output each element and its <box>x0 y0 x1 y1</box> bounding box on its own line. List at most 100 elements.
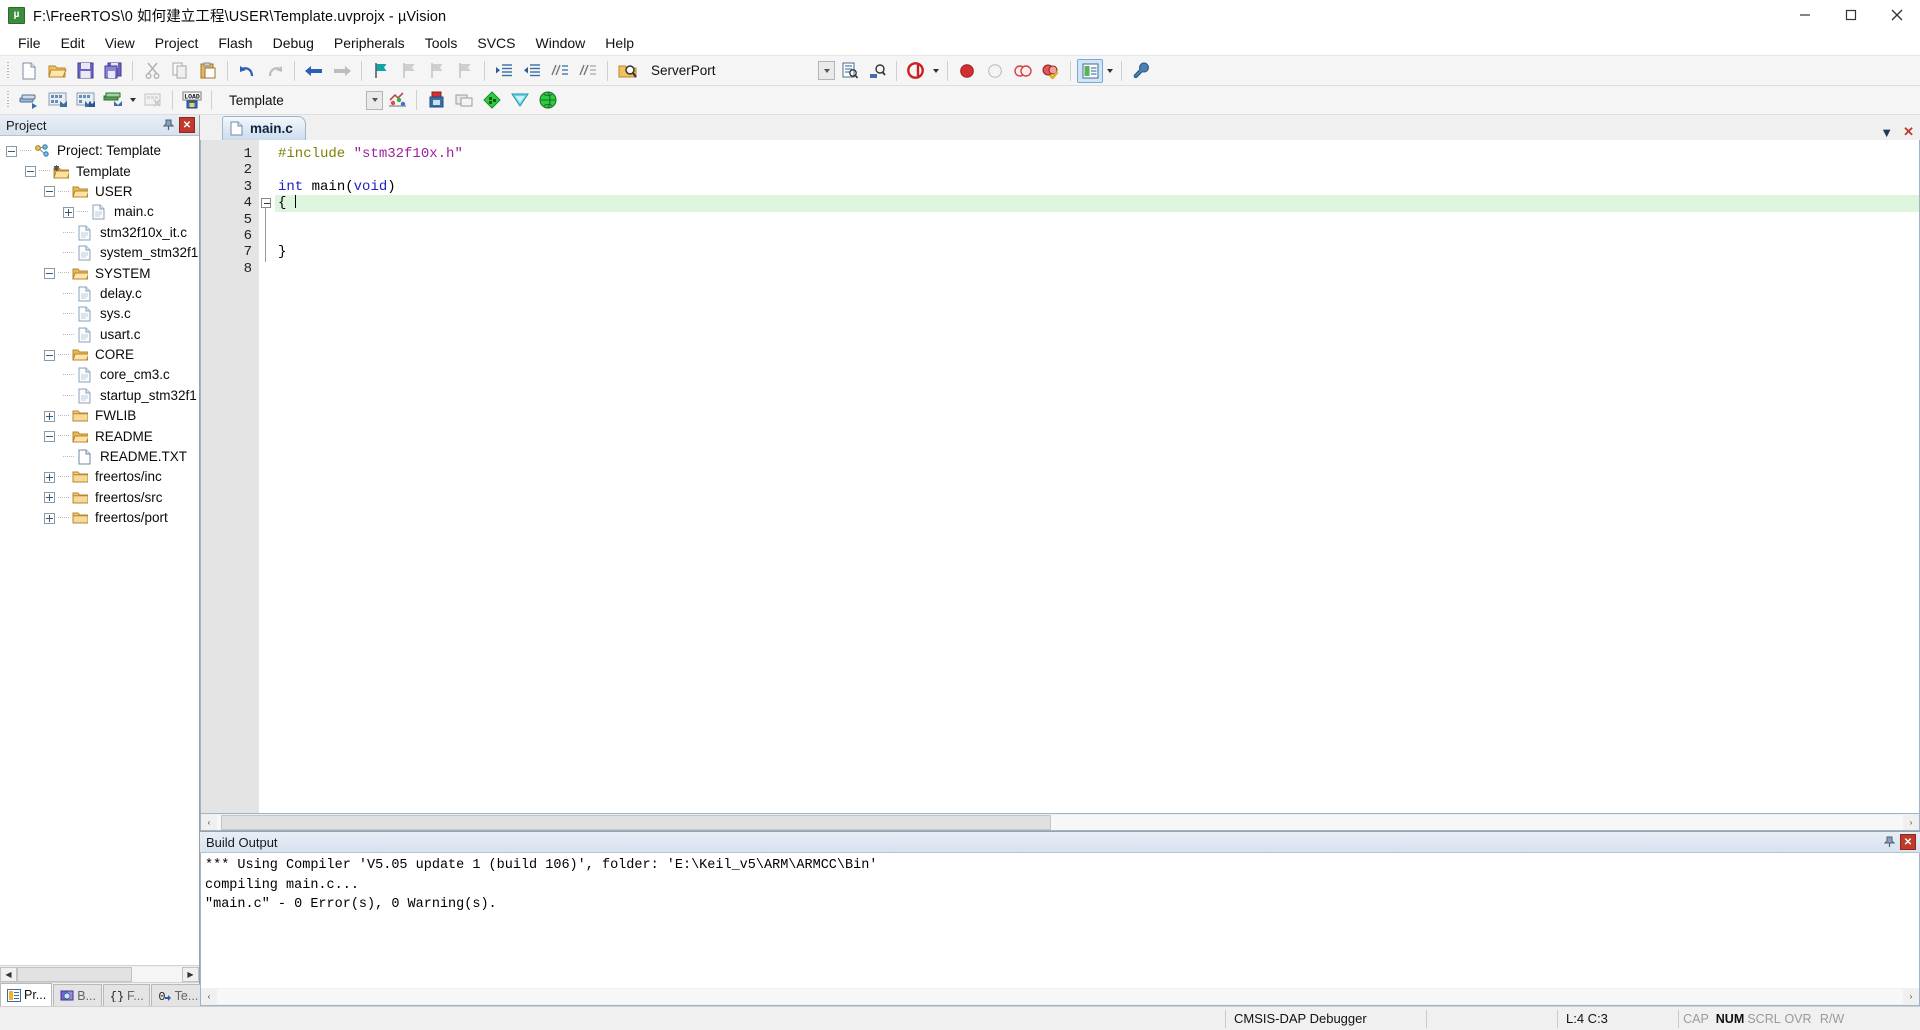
breakpoint-kill-all-icon[interactable] <box>1038 59 1064 83</box>
window-manager-icon[interactable] <box>1077 58 1103 83</box>
menu-svcs[interactable]: SVCS <box>467 32 525 54</box>
tree-item[interactable]: Template <box>0 161 199 181</box>
tree-collapse-toggle[interactable] <box>44 349 55 361</box>
serverport-combobox[interactable]: ServerPort <box>645 60 835 81</box>
open-file-icon[interactable] <box>44 59 70 83</box>
configure-target-icon[interactable] <box>836 59 862 83</box>
menu-file[interactable]: File <box>8 32 51 54</box>
editor-scroll-thumb[interactable] <box>221 814 1051 830</box>
breakpoint-disable-all-icon[interactable] <box>1010 59 1036 83</box>
build-scroll-left-arrow[interactable]: ‹ <box>201 989 217 1004</box>
code-line[interactable]: int main(void) <box>275 179 1919 195</box>
breakpoint-enable-icon[interactable] <box>982 59 1008 83</box>
code-line[interactable] <box>275 212 1919 228</box>
tree-item[interactable]: core_cm3.c <box>0 365 199 385</box>
menu-debug[interactable]: Debug <box>263 32 324 54</box>
code-line[interactable]: #include "stm32f10x.h" <box>275 146 1919 162</box>
tree-item[interactable]: main.c <box>0 202 199 222</box>
tree-collapse-toggle[interactable] <box>44 431 55 443</box>
select-software-packs-icon[interactable] <box>535 88 561 112</box>
tree-expand-toggle[interactable] <box>63 206 74 218</box>
fold-collapse-icon[interactable] <box>261 198 271 209</box>
serverport-dropdown-arrow[interactable] <box>818 61 835 80</box>
target-combobox[interactable]: Template <box>223 89 383 111</box>
tree-expand-toggle[interactable] <box>44 512 55 524</box>
breakpoint-insert-icon[interactable] <box>954 59 980 83</box>
tree-collapse-toggle[interactable] <box>25 166 36 178</box>
multi-project-icon[interactable] <box>507 88 533 112</box>
indent-right-icon[interactable] <box>491 59 517 83</box>
tree-item[interactable]: README <box>0 426 199 446</box>
tree-item[interactable]: stm32f10x_it.c <box>0 223 199 243</box>
indent-left-icon[interactable] <box>519 59 545 83</box>
toolbar-grip[interactable] <box>5 90 12 110</box>
build-scroll-right-arrow[interactable]: › <box>1903 989 1919 1004</box>
close-icon[interactable]: ✕ <box>179 117 195 133</box>
code-line[interactable] <box>275 261 1919 277</box>
manage-runtime-icon[interactable] <box>479 88 505 112</box>
scroll-track[interactable] <box>17 966 182 982</box>
tree-collapse-toggle[interactable] <box>44 268 55 280</box>
download-icon[interactable]: LOAD <box>179 88 205 112</box>
tree-item[interactable]: usart.c <box>0 325 199 345</box>
manage-project-items-icon[interactable] <box>423 88 449 112</box>
target-dropdown-arrow[interactable] <box>366 90 383 110</box>
copy-icon[interactable] <box>167 59 193 83</box>
menu-help[interactable]: Help <box>595 32 644 54</box>
save-icon[interactable] <box>72 59 98 83</box>
tree-collapse-toggle[interactable] <box>44 186 55 198</box>
target-options-icon[interactable] <box>384 88 410 112</box>
tree-item[interactable]: SYSTEM <box>0 263 199 283</box>
batch-build-dropdown-arrow[interactable] <box>127 88 139 112</box>
translate-icon[interactable] <box>16 88 42 112</box>
tree-item[interactable]: README.TXT <box>0 447 199 467</box>
editor-scroll-track[interactable] <box>217 814 1903 830</box>
menu-flash[interactable]: Flash <box>208 32 262 54</box>
tree-expand-toggle[interactable] <box>44 492 55 504</box>
editor-scroll-right-arrow[interactable]: › <box>1903 815 1919 830</box>
configure-icon[interactable] <box>1128 59 1154 83</box>
tab-templates[interactable]: 0 Te... <box>150 984 205 1006</box>
project-tree[interactable]: Project: Template Template USER main.c stm32… <box>0 136 199 965</box>
bookmark-prev-icon[interactable] <box>396 59 422 83</box>
bookmark-toggle-icon[interactable] <box>368 59 394 83</box>
editor-tab-main-c[interactable]: main.c <box>222 116 306 140</box>
start-debug-icon[interactable] <box>903 59 929 83</box>
tree-item[interactable]: sys.c <box>0 304 199 324</box>
navigate-forward-icon[interactable] <box>329 59 355 83</box>
tab-project[interactable]: Pr... <box>0 983 53 1006</box>
undo-icon[interactable] <box>234 59 260 83</box>
tree-collapse-toggle[interactable] <box>6 145 17 157</box>
scroll-right-arrow[interactable]: ▶ <box>182 966 199 982</box>
window-manager-dropdown-arrow[interactable] <box>1104 59 1116 83</box>
scroll-thumb[interactable] <box>17 966 132 982</box>
save-all-icon[interactable] <box>100 59 126 83</box>
tree-item[interactable]: startup_stm32f1 <box>0 386 199 406</box>
comment-icon[interactable] <box>547 59 573 83</box>
code-line[interactable]: { <box>275 195 1919 212</box>
navigate-back-icon[interactable] <box>301 59 327 83</box>
close-button[interactable] <box>1874 0 1920 30</box>
editor-tab-list-caret[interactable]: ▼ <box>1880 125 1893 140</box>
tree-item[interactable]: system_stm32f1 <box>0 243 199 263</box>
pin-icon[interactable] <box>1881 834 1897 850</box>
find-in-files-icon[interactable] <box>614 59 640 83</box>
code-line[interactable] <box>275 162 1919 178</box>
toolbar-grip[interactable] <box>5 61 12 81</box>
minimize-button[interactable] <box>1782 0 1828 30</box>
code-line[interactable]: } <box>275 244 1919 260</box>
rebuild-icon[interactable] <box>72 88 98 112</box>
code-folding-bar[interactable] <box>259 140 275 813</box>
build-output-text[interactable]: *** Using Compiler 'V5.05 update 1 (buil… <box>200 853 1920 988</box>
tree-item[interactable]: delay.c <box>0 284 199 304</box>
stop-build-icon[interactable] <box>140 88 166 112</box>
menu-tools[interactable]: Tools <box>415 32 468 54</box>
scroll-left-arrow[interactable]: ◀ <box>0 966 17 982</box>
editor-tab-close-icon[interactable]: ✕ <box>1903 124 1914 140</box>
editor-hscrollbar[interactable]: ‹ › <box>200 814 1920 831</box>
debug-settings-icon[interactable] <box>864 59 890 83</box>
tree-item[interactable]: Project: Template <box>0 141 199 161</box>
editor-scroll-left-arrow[interactable]: ‹ <box>201 815 217 830</box>
tree-item[interactable]: freertos/src <box>0 488 199 508</box>
menu-edit[interactable]: Edit <box>51 32 95 54</box>
